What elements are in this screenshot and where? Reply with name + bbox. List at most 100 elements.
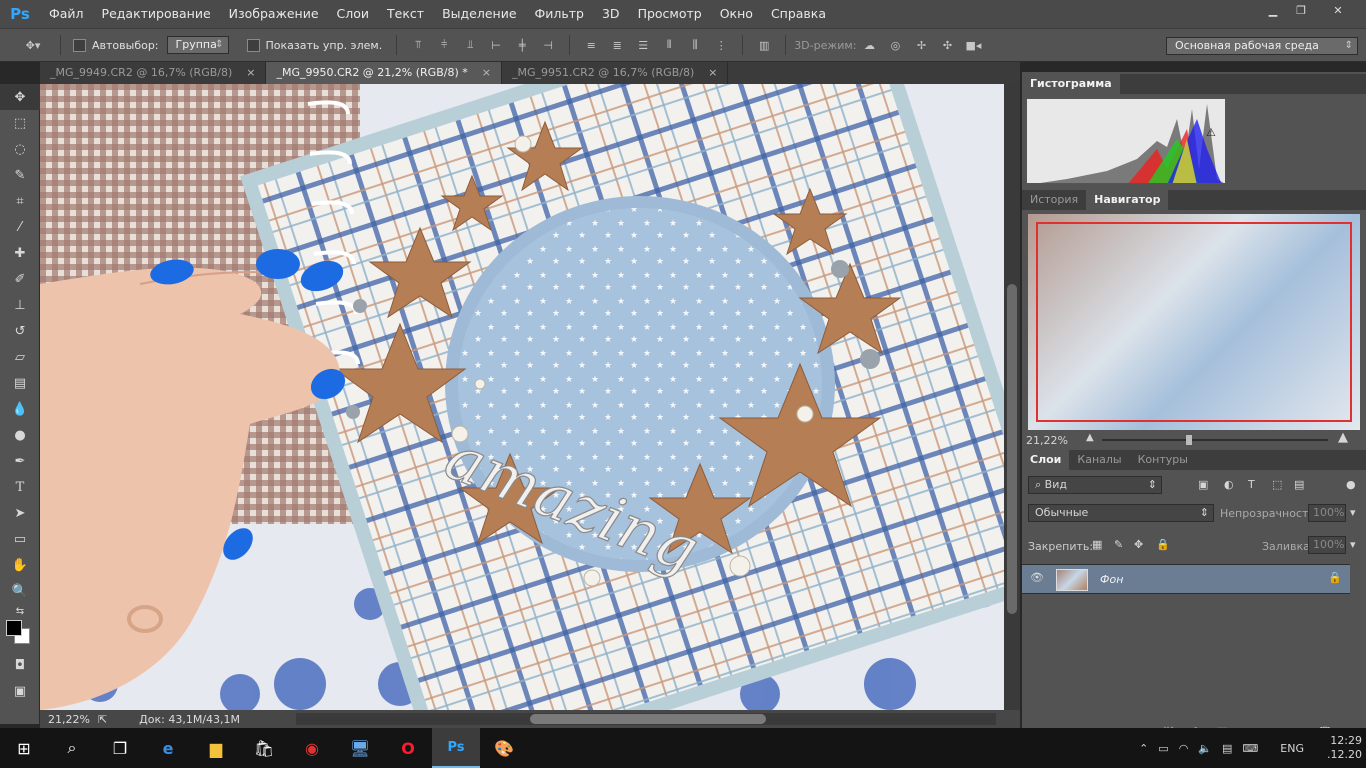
tray-chevron-up-icon[interactable]: ⌃	[1139, 742, 1148, 755]
tab-histogram[interactable]: Гистограмма	[1022, 74, 1120, 94]
distribute-right-icon[interactable]: ⋮	[712, 36, 730, 54]
hand-tool-icon[interactable]: ✋	[0, 552, 40, 578]
3d-slide-icon[interactable]: ✣	[938, 36, 956, 54]
navigator-zoom-slider[interactable]	[1102, 435, 1328, 445]
tab-doc-1[interactable]: _MG_9949.CR2 @ 16,7% (RGB/8) ×	[40, 62, 267, 84]
zoom-out-icon[interactable]: ▲	[1086, 432, 1094, 443]
lock-position-icon[interactable]: ✥	[1134, 538, 1143, 551]
tab-doc-2[interactable]: _MG_9950.CR2 @ 21,2% (RGB/8) * ×	[266, 62, 502, 84]
3d-roll-icon[interactable]: ◎	[886, 36, 904, 54]
show-transform-checkbox[interactable]	[246, 38, 260, 52]
restore-button[interactable]: ❐	[1290, 2, 1312, 18]
color-swatches[interactable]	[0, 618, 40, 652]
export-icon[interactable]: ⇱	[98, 713, 107, 726]
tab-channels[interactable]: Каналы	[1069, 450, 1129, 470]
zoom-readout[interactable]: 21,22%	[40, 713, 98, 726]
tab-close-icon[interactable]: ×	[482, 62, 491, 84]
vertical-scroll-thumb[interactable]	[1007, 284, 1017, 614]
store-icon[interactable]: 🛍	[240, 728, 288, 768]
tray-language[interactable]: ENG	[1280, 742, 1304, 755]
tray-notification-icon[interactable]: ▤	[1222, 742, 1232, 755]
blend-mode-dropdown[interactable]: Обычные ⇕	[1028, 504, 1214, 522]
filter-type-icon[interactable]: T	[1248, 478, 1255, 491]
tray-battery-icon[interactable]: ▭	[1158, 742, 1168, 755]
distribute-bottom-icon[interactable]: ☰	[634, 36, 652, 54]
distribute-left-icon[interactable]: ⦀	[660, 36, 678, 54]
navigator-zoom[interactable]: 21,22%	[1026, 434, 1068, 447]
document-canvas[interactable]: ★ ★ amazing	[40, 84, 1004, 710]
tab-navigator[interactable]: Навигатор	[1086, 190, 1169, 210]
layer-row[interactable]: 👁 Фон 🔒	[1022, 564, 1350, 594]
tab-close-icon[interactable]: ×	[708, 62, 717, 84]
lasso-tool-icon[interactable]: ◌	[0, 136, 40, 162]
menu-window[interactable]: Окно	[711, 0, 762, 28]
align-hcenter-icon[interactable]: ╪	[513, 36, 531, 54]
navigator-view-frame[interactable]	[1036, 222, 1352, 422]
crop-tool-icon[interactable]: ⌗	[0, 188, 40, 214]
task-view-icon[interactable]: ❐	[96, 728, 144, 768]
fill-field[interactable]: 100%	[1308, 536, 1346, 554]
tab-layers[interactable]: Слои	[1022, 450, 1070, 470]
filter-adjustment-icon[interactable]: ◐	[1224, 478, 1234, 491]
paint-icon[interactable]: 🎨	[480, 728, 528, 768]
lock-pixels-icon[interactable]: ✎	[1114, 538, 1123, 551]
menu-file[interactable]: Файл	[40, 0, 93, 28]
quick-mask-icon[interactable]: ◘	[0, 652, 40, 678]
navigator-thumbnail[interactable]	[1028, 214, 1360, 430]
workspace-dropdown[interactable]: Основная рабочая среда	[1166, 37, 1358, 55]
file-explorer-icon[interactable]: ▆	[192, 728, 240, 768]
filter-pixel-icon[interactable]: ▣	[1198, 478, 1208, 491]
visibility-eye-icon[interactable]: 👁	[1030, 571, 1044, 584]
align-vcenter-icon[interactable]: ⫩	[435, 36, 453, 54]
blur-tool-icon[interactable]: 💧	[0, 396, 40, 422]
menu-select[interactable]: Выделение	[433, 0, 525, 28]
close-button[interactable]: ✕	[1318, 2, 1358, 18]
swap-colors-icon[interactable]: ⇆	[0, 604, 40, 618]
menu-type[interactable]: Текст	[378, 0, 433, 28]
distribute-vcenter-icon[interactable]: ≣	[608, 36, 626, 54]
menu-view[interactable]: Просмотр	[629, 0, 711, 28]
tab-close-icon[interactable]: ×	[246, 62, 255, 84]
eyedropper-tool-icon[interactable]: ⁄	[0, 214, 40, 240]
opera-icon[interactable]: O	[384, 728, 432, 768]
menu-edit[interactable]: Редактирование	[93, 0, 220, 28]
menu-layers[interactable]: Слои	[328, 0, 379, 28]
autoselect-dropdown[interactable]: Группа	[166, 36, 229, 54]
distribute-top-icon[interactable]: ≡	[582, 36, 600, 54]
align-left-icon[interactable]: ⊢	[487, 36, 505, 54]
eraser-tool-icon[interactable]: ▱	[0, 344, 40, 370]
layer-filter-dropdown[interactable]: ⌕ Вид ⇕	[1028, 476, 1162, 494]
photoshop-taskbar-icon[interactable]: Ps	[432, 728, 480, 768]
zoom-tool-icon[interactable]: 🔍	[0, 578, 40, 604]
network-app-icon[interactable]: 🖥	[336, 728, 384, 768]
tab-history[interactable]: История	[1022, 190, 1086, 210]
3d-rotate-icon[interactable]: ☁	[860, 36, 878, 54]
stamp-tool-icon[interactable]: ⊥	[0, 292, 40, 318]
filter-toggle-icon[interactable]: ●	[1346, 478, 1356, 491]
opacity-field[interactable]: 100%	[1308, 504, 1346, 522]
horizontal-scrollbar[interactable]	[296, 713, 996, 725]
history-brush-tool-icon[interactable]: ↺	[0, 318, 40, 344]
path-select-tool-icon[interactable]: ➤	[0, 500, 40, 526]
fill-arrow-icon[interactable]: ▾	[1350, 538, 1356, 551]
lock-transparency-icon[interactable]: ▦	[1092, 538, 1102, 551]
dodge-tool-icon[interactable]: ●	[0, 422, 40, 448]
canvas-vertical-scrollbar[interactable]	[1004, 84, 1020, 710]
tab-paths[interactable]: Контуры	[1130, 450, 1196, 470]
auto-align-icon[interactable]: ▥	[755, 36, 773, 54]
rectangle-tool-icon[interactable]: ▭	[0, 526, 40, 552]
autoselect-checkbox[interactable]	[73, 38, 86, 52]
3d-scale-icon[interactable]: ■◂	[964, 36, 982, 54]
quick-select-tool-icon[interactable]: ✎	[0, 162, 40, 188]
brush-tool-icon[interactable]: ✐	[0, 266, 40, 292]
tray-wifi-icon[interactable]: ◠	[1179, 742, 1189, 755]
edge-browser-icon[interactable]: e	[144, 728, 192, 768]
menu-3d[interactable]: 3D	[593, 0, 629, 28]
horizontal-scroll-thumb[interactable]	[530, 714, 766, 724]
opacity-arrow-icon[interactable]: ▾	[1350, 506, 1356, 519]
menu-filter[interactable]: Фильтр	[526, 0, 593, 28]
histogram-warning-icon[interactable]: ⚠	[1206, 126, 1216, 139]
search-icon[interactable]: ⌕	[48, 728, 96, 768]
tab-doc-3[interactable]: _MG_9951.CR2 @ 16,7% (RGB/8) ×	[502, 62, 729, 84]
screen-mode-icon[interactable]: ▣	[0, 678, 40, 704]
